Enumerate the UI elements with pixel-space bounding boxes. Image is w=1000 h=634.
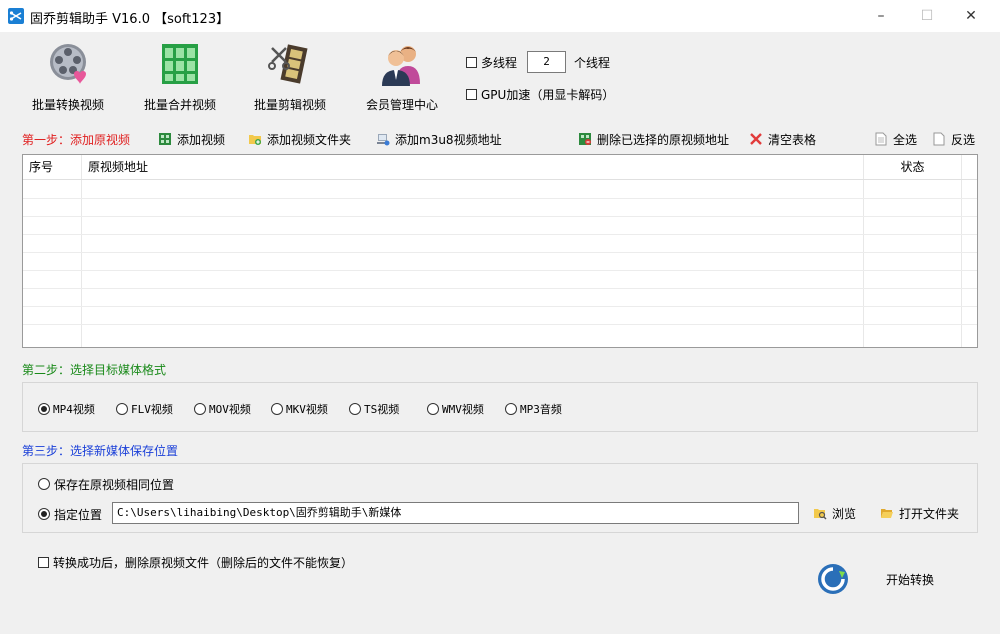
- thread-count-input[interactable]: 2: [527, 51, 566, 73]
- browse-button[interactable]: 浏览: [813, 504, 856, 522]
- page-icon: [875, 132, 887, 146]
- format-label-mp4: MP4视频: [53, 403, 95, 416]
- column-header-index[interactable]: 序号: [23, 155, 82, 179]
- users-icon: [382, 46, 420, 86]
- batch-edit-label: 批量剪辑视频: [253, 98, 326, 112]
- start-convert-button[interactable]: 开始转换: [886, 571, 934, 588]
- save-same-radio[interactable]: [38, 478, 50, 490]
- format-radio-mp4[interactable]: [38, 403, 50, 415]
- page-blank-icon: [933, 132, 945, 146]
- header-separator: [23, 179, 977, 180]
- batch-convert-button[interactable]: 批量转换视频: [16, 36, 120, 116]
- open-folder-label: 打开文件夹: [899, 506, 960, 521]
- grid-line: [23, 252, 977, 253]
- format-radio-wmv[interactable]: [427, 403, 439, 415]
- format-label-ts: TS视频: [364, 403, 400, 416]
- delete-selected-button[interactable]: 删除已选择的原视频地址: [578, 130, 729, 148]
- network-link-icon: [377, 134, 390, 146]
- save-same-label: 保存在原视频相同位置: [54, 478, 175, 492]
- grid-line: [23, 288, 977, 289]
- add-m3u8-label: 添加m3u8视频地址: [395, 132, 502, 147]
- save-custom-label: 指定位置: [54, 508, 103, 522]
- grid-line: [23, 234, 977, 235]
- film-reel-heart-icon: [50, 44, 86, 84]
- multithread-label: 多线程: [481, 56, 518, 70]
- select-all-label: 全选: [893, 132, 918, 147]
- folder-add-icon: [249, 135, 261, 145]
- batch-edit-button[interactable]: 批量剪辑视频: [238, 36, 342, 116]
- grid-line: [23, 324, 977, 325]
- delete-after-label: 转换成功后，删除原视频文件（删除后的文件不能恢复）: [53, 556, 354, 570]
- open-folder-button[interactable]: 打开文件夹: [880, 504, 959, 522]
- format-radio-mkv[interactable]: [271, 403, 283, 415]
- clear-table-button[interactable]: 清空表格: [749, 130, 816, 148]
- batch-convert-label: 批量转换视频: [31, 98, 104, 112]
- clear-x-icon: [750, 133, 762, 145]
- add-video-button[interactable]: 添加视频: [158, 130, 225, 148]
- add-video-icon: [159, 133, 171, 145]
- video-table[interactable]: 序号 原视频地址 状态: [22, 154, 978, 348]
- clear-table-label: 清空表格: [768, 132, 817, 147]
- grid-line: [23, 216, 977, 217]
- start-convert-icon[interactable]: [816, 562, 850, 596]
- select-all-button[interactable]: 全选: [874, 130, 917, 148]
- folder-open-icon: [881, 509, 893, 518]
- invert-selection-button[interactable]: 反选: [932, 130, 975, 148]
- add-video-label: 添加视频: [177, 132, 226, 147]
- column-header-status[interactable]: 状态: [864, 155, 962, 179]
- format-radio-mp3[interactable]: [505, 403, 517, 415]
- grid-line: [23, 198, 977, 199]
- maximize-button[interactable]: ☐: [904, 0, 950, 32]
- delete-selected-label: 删除已选择的原视频地址: [597, 132, 730, 147]
- format-label-mov: MOV视频: [209, 403, 251, 416]
- minimize-button[interactable]: –: [858, 0, 904, 32]
- multithread-checkbox[interactable]: [466, 57, 477, 68]
- format-label-mp3: MP3音频: [520, 403, 562, 416]
- step1-title: 第一步：添加原视频: [22, 133, 131, 147]
- delete-after-checkbox[interactable]: [38, 557, 49, 568]
- gpu-label: GPU加速（用显卡解码）: [481, 88, 615, 102]
- format-label-flv: FLV视频: [131, 403, 173, 416]
- film-strip-merge-icon: [162, 44, 198, 84]
- folder-search-icon: [814, 509, 827, 520]
- app-scissors-icon: [8, 8, 24, 24]
- format-radio-mov[interactable]: [194, 403, 206, 415]
- close-button[interactable]: ✕: [948, 0, 994, 32]
- step2-title: 第二步：选择目标媒体格式: [22, 363, 167, 377]
- delete-film-icon: [579, 133, 591, 145]
- add-m3u8-button[interactable]: 添加m3u8视频地址: [376, 130, 502, 148]
- batch-merge-button[interactable]: 批量合并视频: [128, 36, 232, 116]
- format-label-wmv: WMV视频: [442, 403, 484, 416]
- film-scissors-icon: [268, 44, 308, 84]
- member-center-label: 会员管理中心: [365, 98, 438, 112]
- browse-label: 浏览: [832, 506, 857, 521]
- batch-merge-label: 批量合并视频: [143, 98, 216, 112]
- save-custom-radio[interactable]: [38, 508, 50, 520]
- format-radio-ts[interactable]: [349, 403, 361, 415]
- add-folder-label: 添加视频文件夹: [267, 132, 352, 147]
- gpu-checkbox[interactable]: [466, 89, 477, 100]
- grid-line: [23, 306, 977, 307]
- thread-unit-label: 个线程: [574, 56, 611, 70]
- column-header-path[interactable]: 原视频地址: [82, 155, 864, 179]
- member-center-button[interactable]: 会员管理中心: [350, 36, 454, 116]
- window-title: 固乔剪辑助手 V16.0 【soft123】: [30, 12, 230, 27]
- save-path-input[interactable]: C:\Users\lihaibing\Desktop\固乔剪辑助手\新媒体: [112, 502, 799, 524]
- add-folder-button[interactable]: 添加视频文件夹: [248, 130, 351, 148]
- invert-selection-label: 反选: [951, 132, 976, 147]
- step3-title: 第三步：选择新媒体保存位置: [22, 444, 179, 458]
- format-label-mkv: MKV视频: [286, 403, 328, 416]
- format-radio-flv[interactable]: [116, 403, 128, 415]
- grid-line: [23, 270, 977, 271]
